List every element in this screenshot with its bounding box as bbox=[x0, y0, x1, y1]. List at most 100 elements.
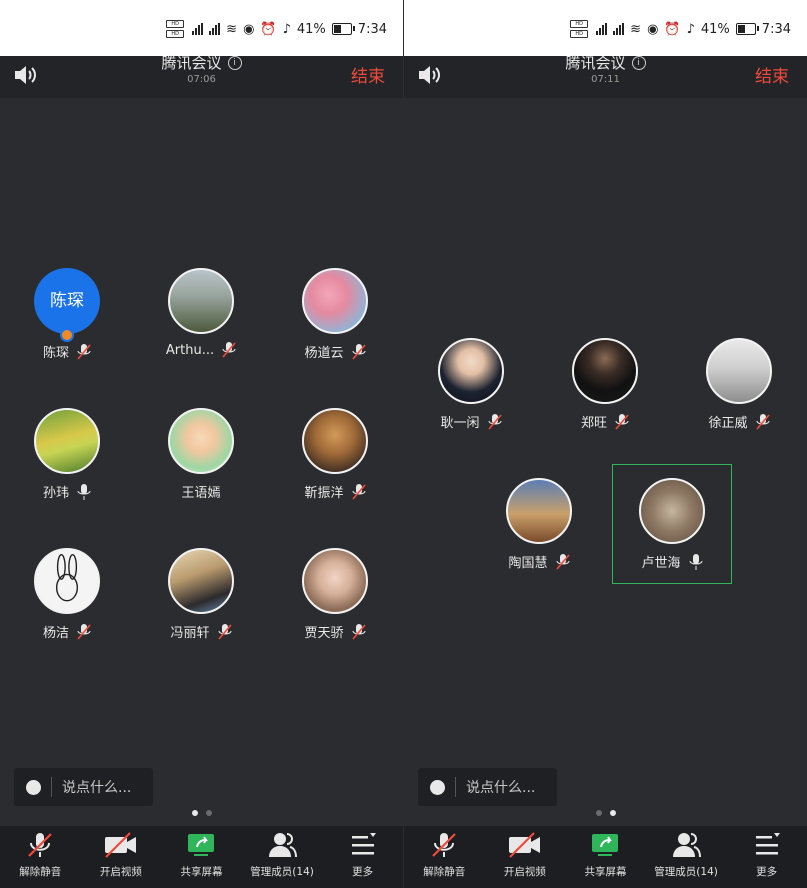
avatar bbox=[302, 268, 368, 334]
page-dot-active bbox=[609, 810, 616, 816]
unmute-label: 解除静音 bbox=[423, 866, 466, 878]
wifi-icon: ≋ bbox=[630, 21, 642, 37]
participant-name: 杨道云 bbox=[304, 346, 344, 361]
meeting-screen-page-2: HD HD ≋ ◉ ⏰ ♪ 41% 7:34 腾讯会议 i 07:11 结束 耿一闲 bbox=[404, 0, 807, 888]
meeting-title[interactable]: 腾讯会议 bbox=[565, 52, 625, 73]
members-icon bbox=[673, 833, 702, 858]
participant-tile[interactable]: 王语嫣 bbox=[146, 408, 256, 518]
eye-icon: ◉ bbox=[647, 21, 659, 37]
unmute-button[interactable]: 解除静音 bbox=[404, 830, 484, 879]
mic-muted-icon bbox=[351, 483, 366, 500]
chat-input[interactable]: 说点什么... bbox=[14, 768, 153, 806]
avatar bbox=[572, 338, 638, 404]
participant-tile[interactable]: 杨道云 bbox=[280, 268, 390, 378]
more-button[interactable]: 更多 bbox=[323, 830, 403, 879]
alarm-icon: ⏰ bbox=[664, 21, 681, 37]
mic-muted-icon bbox=[77, 623, 91, 640]
participant-tile[interactable]: 靳振洋 bbox=[280, 408, 390, 518]
video-label: 开启视频 bbox=[99, 866, 142, 878]
chat-placeholder: 说点什么... bbox=[62, 780, 132, 796]
page-dot bbox=[205, 810, 212, 816]
participant-tile-speaking[interactable]: 卢世海 bbox=[612, 464, 732, 584]
video-off-icon bbox=[104, 832, 136, 858]
participant-name: 贾天骄 bbox=[304, 626, 344, 641]
start-video-button[interactable]: 开启视频 bbox=[485, 830, 565, 879]
info-icon[interactable]: i bbox=[631, 55, 646, 70]
participant-tile[interactable]: 杨洁 bbox=[12, 548, 122, 658]
participant-name: 靳振洋 bbox=[304, 486, 344, 501]
participant-tile[interactable]: 郑旺 bbox=[550, 338, 660, 448]
avatar bbox=[34, 548, 100, 614]
members-label: 管理成员(14) bbox=[250, 866, 314, 878]
share-screen-button[interactable]: 共享屏幕 bbox=[565, 830, 645, 879]
emoji-icon[interactable] bbox=[26, 779, 41, 795]
page-indicator bbox=[0, 810, 403, 816]
avatar bbox=[168, 408, 234, 474]
participant-name: 耿一闲 bbox=[440, 416, 480, 431]
info-icon[interactable]: i bbox=[227, 55, 242, 70]
avatar bbox=[34, 408, 100, 474]
participant-name: Arthu... bbox=[165, 342, 215, 358]
participant-tile[interactable]: Arthu... bbox=[146, 268, 256, 378]
hd-icon: HD HD bbox=[166, 20, 185, 38]
avatar bbox=[639, 478, 705, 544]
avatar bbox=[168, 548, 234, 614]
more-menu-icon bbox=[755, 833, 780, 855]
participant-name: 徐正威 bbox=[708, 416, 748, 431]
emoji-icon[interactable] bbox=[430, 779, 445, 795]
end-meeting-button[interactable]: 结束 bbox=[755, 62, 789, 87]
manage-members-button[interactable]: 管理成员(14) bbox=[242, 830, 322, 879]
battery-percent: 41% bbox=[700, 21, 730, 37]
page-indicator bbox=[404, 810, 807, 816]
page-dot bbox=[595, 810, 602, 816]
meeting-screen-page-1: HD HD ≋ ◉ ⏰ ♪ 41% 7:34 腾讯会议 i 07:06 结束 陈琛 … bbox=[0, 0, 403, 888]
battery-icon bbox=[735, 23, 759, 35]
more-button[interactable]: 更多 bbox=[727, 830, 807, 879]
avatar bbox=[506, 478, 572, 544]
participant-tile[interactable]: 贾天骄 bbox=[280, 548, 390, 658]
participant-name: 陶国慧 bbox=[508, 556, 548, 571]
hd-icon: HD HD bbox=[570, 20, 589, 38]
share-label: 共享屏幕 bbox=[584, 866, 627, 878]
participant-grid: 耿一闲 郑旺 徐正威 陶国慧 卢世海 bbox=[404, 98, 807, 768]
meeting-title[interactable]: 腾讯会议 bbox=[161, 52, 221, 73]
end-meeting-button[interactable]: 结束 bbox=[351, 62, 385, 87]
participant-grid: 陈琛 陈琛 Arthu... 杨道云 孙玮 王语嫣 靳振洋 杨洁 冯丽轩 贾天骄 bbox=[0, 98, 403, 768]
chat-input[interactable]: 说点什么... bbox=[418, 768, 557, 806]
avatar bbox=[302, 408, 368, 474]
video-off-icon bbox=[508, 832, 540, 858]
status-bar: HD HD ≋ ◉ ⏰ ♪ 41% 7:34 bbox=[404, 0, 807, 56]
avatar bbox=[438, 338, 504, 404]
participant-name: 卢世海 bbox=[641, 556, 681, 571]
mic-status-icon: ♪ bbox=[686, 21, 695, 37]
mic-muted-icon bbox=[555, 553, 570, 570]
manage-members-button[interactable]: 管理成员(14) bbox=[646, 830, 726, 879]
participant-tile[interactable]: 徐正威 bbox=[684, 338, 794, 448]
mic-icon bbox=[77, 483, 91, 500]
signal-icon bbox=[192, 23, 204, 35]
participant-tile[interactable]: 陶国慧 bbox=[484, 478, 594, 588]
members-label: 管理成员(14) bbox=[654, 866, 718, 878]
eye-icon: ◉ bbox=[243, 21, 255, 37]
mic-muted-icon bbox=[217, 623, 232, 640]
mic-muted-icon bbox=[77, 343, 91, 360]
signal-icon-2 bbox=[613, 23, 625, 35]
bottom-toolbar: 解除静音 开启视频 共享屏幕 管理成员(14) 更多 bbox=[404, 826, 807, 888]
chat-placeholder: 说点什么... bbox=[466, 780, 536, 796]
unmute-button[interactable]: 解除静音 bbox=[0, 830, 80, 879]
share-screen-button[interactable]: 共享屏幕 bbox=[161, 830, 241, 879]
clock: 7:34 bbox=[357, 21, 387, 37]
participant-tile[interactable]: 冯丽轩 bbox=[146, 548, 256, 658]
meeting-header: 腾讯会议 i 07:11 结束 bbox=[404, 54, 807, 98]
participant-tile[interactable]: 耿一闲 bbox=[416, 338, 526, 448]
more-label: 更多 bbox=[756, 866, 778, 878]
participant-tile[interactable]: 孙玮 bbox=[12, 408, 122, 518]
signal-icon bbox=[596, 23, 608, 35]
video-label: 开启视频 bbox=[503, 866, 546, 878]
participant-tile[interactable]: 陈琛 陈琛 bbox=[12, 268, 122, 378]
start-video-button[interactable]: 开启视频 bbox=[81, 830, 161, 879]
avatar: 陈琛 bbox=[34, 268, 100, 342]
host-icon bbox=[60, 328, 74, 342]
alarm-icon: ⏰ bbox=[260, 21, 277, 37]
members-icon bbox=[269, 833, 298, 858]
